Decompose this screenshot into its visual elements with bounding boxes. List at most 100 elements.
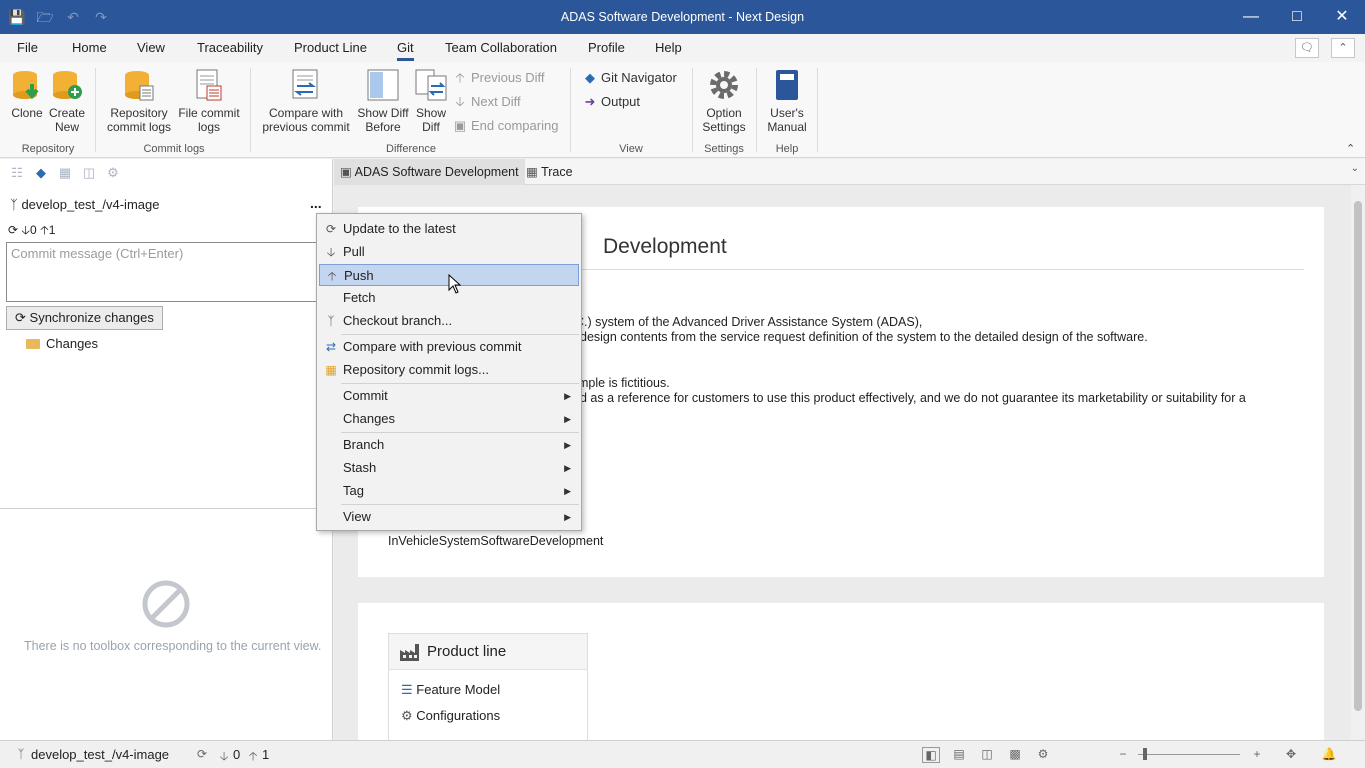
maximize-button[interactable]: □ (1274, 0, 1320, 34)
next-diff-button[interactable]: 🡣 Next Diff (452, 92, 520, 112)
gear-icon (710, 71, 738, 99)
vertical-scrollbar[interactable] (1351, 185, 1365, 740)
feedback-icon[interactable]: 🗨 (1295, 38, 1319, 58)
layout-left-icon[interactable]: ◧ (922, 747, 940, 763)
tab-team-collaboration[interactable]: Team Collaboration (445, 40, 557, 55)
file-commit-logs-button[interactable]: File commit logs (176, 68, 242, 134)
tab-help[interactable]: Help (655, 40, 682, 55)
refresh-icon[interactable]: ⟳ (193, 747, 211, 763)
group-view-label: View (619, 143, 643, 155)
product-line-header: Product line (389, 634, 587, 670)
layout-model-icon[interactable]: ▩ (1006, 747, 1024, 763)
compare-with-previous-commit-button[interactable]: Compare with previous commit (260, 68, 352, 134)
arrow-up-icon: 🡡 (455, 70, 465, 85)
refresh-icon: ⟳ (15, 310, 26, 325)
create-new-button[interactable]: Create New (48, 68, 86, 134)
tab-git[interactable]: Git (397, 40, 414, 61)
menu-item-label: Branch (343, 437, 385, 452)
stack-icon[interactable]: ◫ (80, 165, 98, 181)
menu-item-compare-previous-commit[interactable]: ⇄ Compare with previous commit (319, 336, 579, 358)
zoom-slider-thumb[interactable] (1143, 748, 1147, 760)
settings-icon[interactable]: ⚙ (104, 165, 122, 181)
menu-item-repository-commit-logs[interactable]: ▦ Repository commit logs... (319, 359, 579, 381)
status-branch[interactable]: develop_test_/v4-image (31, 747, 169, 762)
users-manual-button[interactable]: User's Manual (764, 68, 810, 134)
menu-separator (341, 504, 579, 505)
scrollbar-thumb[interactable] (1354, 201, 1362, 711)
layout-split-icon[interactable]: ◫ (978, 747, 996, 763)
option-settings-button[interactable]: Option Settings (700, 68, 748, 134)
menu-item-label: Changes (343, 411, 396, 426)
show-diff-before-button[interactable]: Show Diff Before (354, 68, 412, 134)
group-settings-label: Settings (704, 143, 744, 155)
repository-commit-logs-button[interactable]: Repository commit logs (104, 68, 174, 134)
current-branch[interactable]: ᛉ develop_test_/v4-image (10, 197, 159, 212)
fit-to-window-icon[interactable]: ✥ (1282, 747, 1300, 763)
end-comparing-button[interactable]: ▣ End comparing (452, 116, 559, 136)
menu-item-commit[interactable]: Commit ▶ (319, 385, 579, 407)
menu-item-label: View (343, 509, 371, 524)
collapse-ribbon-icon[interactable]: ⌃ (1331, 38, 1355, 58)
tab-home[interactable]: Home (72, 40, 107, 55)
tab-profile[interactable]: Profile (588, 40, 625, 55)
menu-item-pull[interactable]: 🡣 Pull (319, 241, 579, 263)
ribbon-collapse-icon[interactable]: ⌃ (1346, 142, 1355, 155)
refresh-icon[interactable]: ⟳ (8, 223, 18, 237)
commit-message-input[interactable]: Commit message (Ctrl+Enter) (6, 242, 326, 302)
tab-traceability[interactable]: Traceability (197, 40, 263, 55)
tab-file[interactable]: File (17, 40, 38, 55)
git-panel: ☷ ◆ ▦ ◫ ⚙ ᛉ develop_test_/v4-image ... ⟳ 🡣0 … (0, 159, 333, 740)
zoom-slider[interactable] (1138, 754, 1240, 755)
output-label: Output (601, 94, 641, 109)
clone-button[interactable]: Clone (8, 68, 46, 120)
arrow-down-icon: 🡣 (455, 94, 465, 109)
menu-item-branch[interactable]: Branch ▶ (319, 434, 579, 456)
doc-tab-label: ADAS Software Development (354, 165, 519, 179)
layout-bottom-icon[interactable]: ▤ (950, 747, 968, 763)
factory-icon[interactable]: ▦ (56, 165, 74, 181)
tab-list-chevron-icon[interactable]: ⌄ (1351, 163, 1359, 174)
minimize-button[interactable]: — (1228, 0, 1274, 34)
close-button[interactable]: ✕ (1319, 0, 1365, 34)
model-identifier: InVehicleSystemSoftwareDevelopment (388, 534, 604, 548)
git-navigator-icon: ◆ (585, 70, 595, 85)
output-button[interactable]: ➜ Output (582, 92, 640, 112)
option-settings-label-1: Option (706, 106, 742, 120)
menu-item-view[interactable]: View ▶ (319, 506, 579, 528)
title-bar: 💾 🗁 ↶ ↷ ADAS Software Development - Next… (0, 0, 1365, 34)
model-icon: ▣ (340, 165, 352, 179)
arrow-up-icon: 🡡 (40, 223, 49, 237)
tab-product-line[interactable]: Product Line (294, 40, 367, 55)
file-logs-label-1: File commit (178, 106, 240, 120)
menu-item-tag[interactable]: Tag ▶ (319, 480, 579, 502)
more-options-button[interactable]: ... (310, 195, 322, 211)
git-navigator-button[interactable]: ◆ Git Navigator (582, 68, 677, 88)
book-icon (776, 70, 798, 100)
zoom-in-icon[interactable]: + (1248, 747, 1266, 763)
synchronize-changes-button[interactable]: ⟳ Synchronize changes (6, 306, 163, 330)
layout-settings-icon[interactable]: ⚙ (1034, 747, 1052, 763)
tab-trace[interactable]: ▦ Trace (520, 159, 579, 185)
panel-splitter[interactable] (0, 508, 333, 509)
menu-item-label: Commit (343, 388, 388, 403)
tree-icon[interactable]: ☷ (8, 165, 26, 181)
previous-diff-button[interactable]: 🡡 Previous Diff (452, 68, 544, 88)
output-icon: ➜ (584, 94, 596, 109)
show-diff-button[interactable]: Show Diff (412, 68, 450, 134)
menu-item-stash[interactable]: Stash ▶ (319, 457, 579, 479)
tab-adas-software-development[interactable]: ▣ ADAS Software Development (334, 159, 525, 185)
tab-view[interactable]: View (137, 40, 165, 55)
create-new-icon (53, 71, 82, 99)
factory-icon (400, 644, 419, 661)
branch-icon: ᛉ (17, 747, 25, 761)
menu-item-update-to-latest[interactable]: ⟳ Update to the latest (319, 218, 579, 240)
feature-model-link[interactable]: ☰ Feature Model (401, 682, 500, 698)
notification-bell-icon[interactable]: 🔔 (1320, 747, 1338, 763)
changes-tree-item[interactable]: Changes (26, 336, 98, 351)
menu-item-checkout-branch[interactable]: ᛉ Checkout branch... (319, 310, 579, 332)
git-navigator-icon[interactable]: ◆ (32, 165, 50, 181)
zoom-out-icon[interactable]: − (1114, 747, 1132, 763)
configurations-label: Configurations (416, 708, 501, 723)
menu-item-changes[interactable]: Changes ▶ (319, 408, 579, 430)
configurations-link[interactable]: ⚙ Configurations (401, 708, 500, 724)
